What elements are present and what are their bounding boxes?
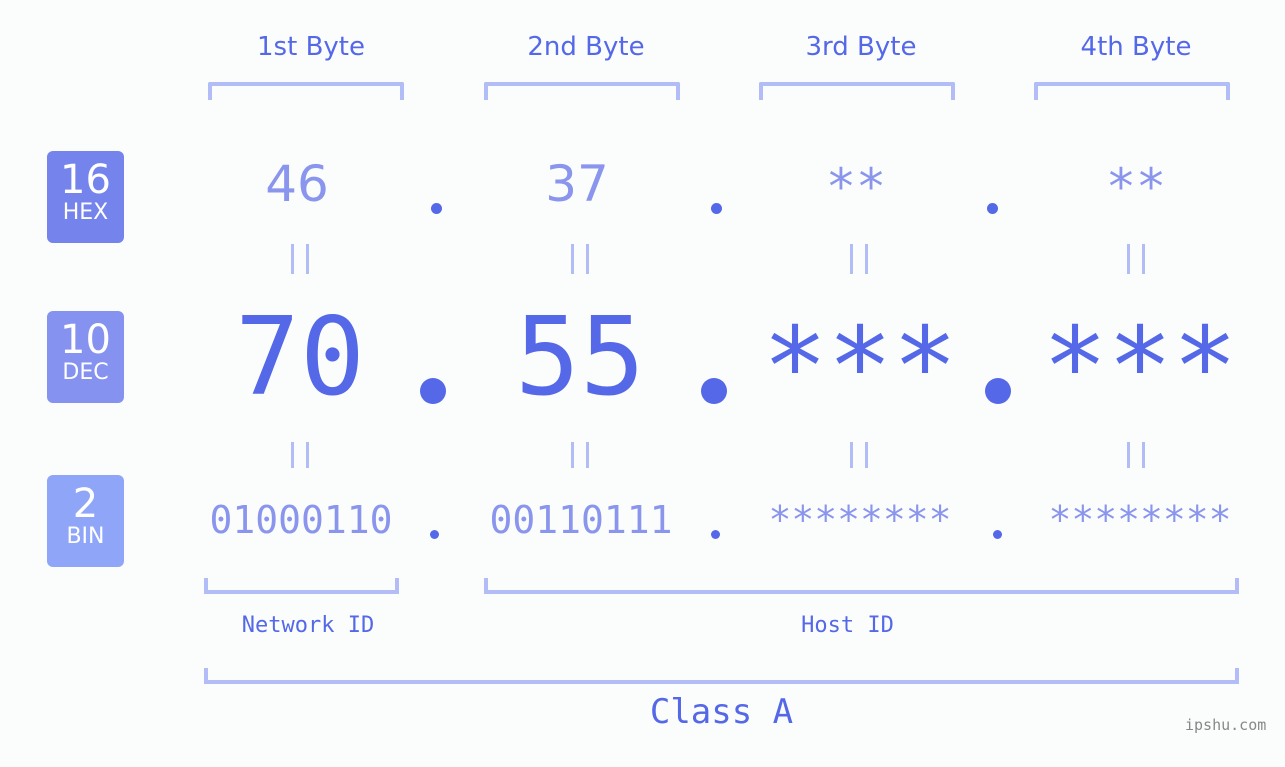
dec-byte-3: *** xyxy=(762,305,958,430)
bin-badge-number: 2 xyxy=(72,481,99,527)
class-label: Class A xyxy=(649,692,794,732)
bin-dot-1 xyxy=(430,530,439,539)
network-id-bracket xyxy=(204,578,399,594)
dec-byte-2: 55 xyxy=(514,295,646,420)
bin-byte-4: ******** xyxy=(1048,498,1232,542)
dec-badge-number: 10 xyxy=(60,317,111,363)
bin-byte-2: 00110111 xyxy=(489,498,673,542)
equals-sign xyxy=(571,442,589,468)
hex-badge: 16 HEX xyxy=(47,151,124,243)
bracket-byte-2 xyxy=(484,82,680,100)
dec-byte-1: 70 xyxy=(234,295,366,420)
bin-byte-3: ******** xyxy=(768,498,952,542)
equals-sign xyxy=(850,244,868,274)
host-id-label: Host ID xyxy=(801,613,894,638)
dec-dot-1 xyxy=(420,378,446,404)
hex-byte-2: 37 xyxy=(545,155,609,213)
bin-byte-1: 01000110 xyxy=(209,498,393,542)
bin-badge-label: BIN xyxy=(66,524,105,549)
hex-dot-3 xyxy=(987,203,998,214)
hex-byte-4: ** xyxy=(1105,158,1167,216)
bin-dot-3 xyxy=(993,530,1002,539)
hex-badge-label: HEX xyxy=(62,200,109,225)
class-bracket xyxy=(204,668,1239,684)
bin-badge: 2 BIN xyxy=(47,475,124,567)
equals-sign xyxy=(850,442,868,468)
header-byte-4: 4th Byte xyxy=(1080,32,1192,62)
equals-sign xyxy=(1127,244,1145,274)
bracket-byte-3 xyxy=(759,82,955,100)
bracket-byte-1 xyxy=(208,82,404,100)
hex-byte-3: ** xyxy=(825,158,887,216)
bracket-byte-4 xyxy=(1034,82,1230,100)
network-id-label: Network ID xyxy=(241,613,375,638)
equals-sign xyxy=(291,442,309,468)
dec-dot-2 xyxy=(701,378,727,404)
dec-byte-4: *** xyxy=(1042,305,1238,430)
hex-dot-1 xyxy=(431,203,442,214)
equals-sign xyxy=(291,244,309,274)
host-id-bracket xyxy=(484,578,1239,594)
hex-dot-2 xyxy=(711,203,722,214)
dec-badge-label: DEC xyxy=(62,360,109,385)
header-byte-1: 1st Byte xyxy=(257,32,365,62)
hex-badge-number: 16 xyxy=(60,157,111,203)
header-byte-3: 3rd Byte xyxy=(805,32,917,62)
watermark: ipshu.com xyxy=(1185,716,1267,734)
hex-byte-1: 46 xyxy=(265,155,329,213)
dec-dot-3 xyxy=(985,378,1011,404)
equals-sign xyxy=(1127,442,1145,468)
equals-sign xyxy=(571,244,589,274)
dec-badge: 10 DEC xyxy=(47,311,124,403)
bin-dot-2 xyxy=(711,530,720,539)
header-byte-2: 2nd Byte xyxy=(527,32,645,62)
